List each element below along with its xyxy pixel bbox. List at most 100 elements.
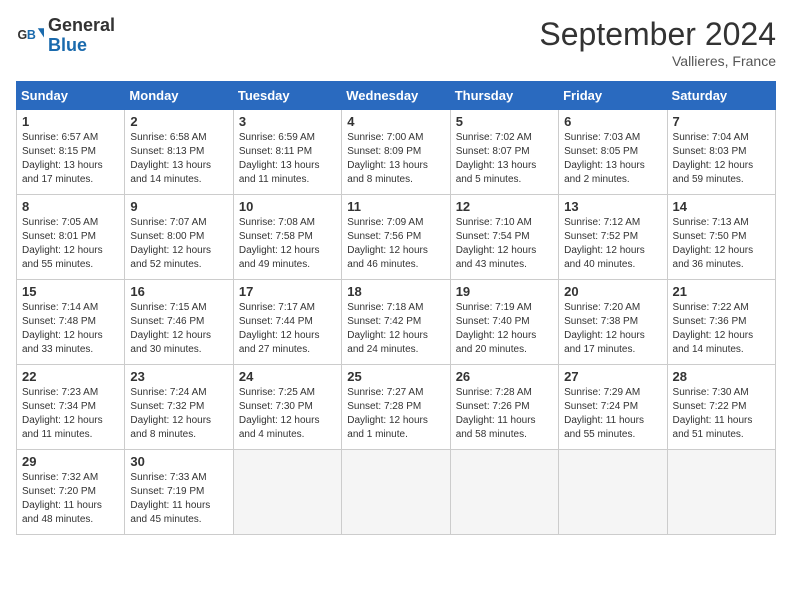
cell-info: Sunrise: 7:02 AM Sunset: 8:07 PM Dayligh…	[456, 131, 553, 187]
day-number: 25	[347, 369, 444, 384]
svg-text:B: B	[27, 28, 36, 42]
day-number: 9	[130, 199, 227, 214]
day-number: 5	[456, 114, 553, 129]
empty-cell	[667, 450, 775, 535]
cell-info: Sunrise: 7:17 AM Sunset: 7:44 PM Dayligh…	[239, 301, 336, 357]
day-cell-24: 24 Sunrise: 7:25 AM Sunset: 7:30 PM Dayl…	[233, 365, 341, 450]
day-number: 2	[130, 114, 227, 129]
empty-cell	[450, 450, 558, 535]
cell-info: Sunrise: 7:23 AM Sunset: 7:34 PM Dayligh…	[22, 386, 119, 442]
cell-info: Sunrise: 7:04 AM Sunset: 8:03 PM Dayligh…	[673, 131, 770, 187]
day-number: 6	[564, 114, 661, 129]
day-number: 11	[347, 199, 444, 214]
col-monday: Monday	[125, 82, 233, 110]
day-number: 4	[347, 114, 444, 129]
col-saturday: Saturday	[667, 82, 775, 110]
day-cell-9: 9 Sunrise: 7:07 AM Sunset: 8:00 PM Dayli…	[125, 195, 233, 280]
day-number: 18	[347, 284, 444, 299]
day-number: 1	[22, 114, 119, 129]
cell-info: Sunrise: 7:27 AM Sunset: 7:28 PM Dayligh…	[347, 386, 444, 442]
cell-info: Sunrise: 6:59 AM Sunset: 8:11 PM Dayligh…	[239, 131, 336, 187]
day-number: 15	[22, 284, 119, 299]
day-cell-14: 14 Sunrise: 7:13 AM Sunset: 7:50 PM Dayl…	[667, 195, 775, 280]
day-number: 27	[564, 369, 661, 384]
cell-info: Sunrise: 7:24 AM Sunset: 7:32 PM Dayligh…	[130, 386, 227, 442]
day-cell-2: 2 Sunrise: 6:58 AM Sunset: 8:13 PM Dayli…	[125, 110, 233, 195]
day-cell-11: 11 Sunrise: 7:09 AM Sunset: 7:56 PM Dayl…	[342, 195, 450, 280]
day-cell-13: 13 Sunrise: 7:12 AM Sunset: 7:52 PM Dayl…	[559, 195, 667, 280]
cell-info: Sunrise: 7:07 AM Sunset: 8:00 PM Dayligh…	[130, 216, 227, 272]
cell-info: Sunrise: 7:12 AM Sunset: 7:52 PM Dayligh…	[564, 216, 661, 272]
day-cell-17: 17 Sunrise: 7:17 AM Sunset: 7:44 PM Dayl…	[233, 280, 341, 365]
day-number: 14	[673, 199, 770, 214]
day-number: 26	[456, 369, 553, 384]
logo-text: GeneralBlue	[48, 16, 115, 56]
day-number: 19	[456, 284, 553, 299]
day-cell-25: 25 Sunrise: 7:27 AM Sunset: 7:28 PM Dayl…	[342, 365, 450, 450]
day-number: 16	[130, 284, 227, 299]
cell-info: Sunrise: 7:28 AM Sunset: 7:26 PM Dayligh…	[456, 386, 553, 442]
day-number: 8	[22, 199, 119, 214]
day-cell-18: 18 Sunrise: 7:18 AM Sunset: 7:42 PM Dayl…	[342, 280, 450, 365]
day-number: 21	[673, 284, 770, 299]
day-cell-12: 12 Sunrise: 7:10 AM Sunset: 7:54 PM Dayl…	[450, 195, 558, 280]
col-tuesday: Tuesday	[233, 82, 341, 110]
day-cell-23: 23 Sunrise: 7:24 AM Sunset: 7:32 PM Dayl…	[125, 365, 233, 450]
day-number: 10	[239, 199, 336, 214]
cell-info: Sunrise: 6:57 AM Sunset: 8:15 PM Dayligh…	[22, 131, 119, 187]
day-number: 17	[239, 284, 336, 299]
cell-info: Sunrise: 7:18 AM Sunset: 7:42 PM Dayligh…	[347, 301, 444, 357]
cell-info: Sunrise: 7:13 AM Sunset: 7:50 PM Dayligh…	[673, 216, 770, 272]
cell-info: Sunrise: 7:22 AM Sunset: 7:36 PM Dayligh…	[673, 301, 770, 357]
day-number: 24	[239, 369, 336, 384]
col-thursday: Thursday	[450, 82, 558, 110]
day-cell-15: 15 Sunrise: 7:14 AM Sunset: 7:48 PM Dayl…	[17, 280, 125, 365]
day-cell-19: 19 Sunrise: 7:19 AM Sunset: 7:40 PM Dayl…	[450, 280, 558, 365]
day-cell-22: 22 Sunrise: 7:23 AM Sunset: 7:34 PM Dayl…	[17, 365, 125, 450]
cell-info: Sunrise: 7:00 AM Sunset: 8:09 PM Dayligh…	[347, 131, 444, 187]
day-cell-3: 3 Sunrise: 6:59 AM Sunset: 8:11 PM Dayli…	[233, 110, 341, 195]
day-number: 20	[564, 284, 661, 299]
day-cell-4: 4 Sunrise: 7:00 AM Sunset: 8:09 PM Dayli…	[342, 110, 450, 195]
day-number: 29	[22, 454, 119, 469]
day-cell-20: 20 Sunrise: 7:20 AM Sunset: 7:38 PM Dayl…	[559, 280, 667, 365]
empty-cell	[233, 450, 341, 535]
calendar-table: Sunday Monday Tuesday Wednesday Thursday…	[16, 81, 776, 535]
day-number: 23	[130, 369, 227, 384]
cell-info: Sunrise: 7:15 AM Sunset: 7:46 PM Dayligh…	[130, 301, 227, 357]
svg-text:G: G	[18, 28, 28, 42]
title-area: September 2024 Vallieres, France	[539, 16, 776, 69]
cell-info: Sunrise: 7:03 AM Sunset: 8:05 PM Dayligh…	[564, 131, 661, 187]
day-number: 22	[22, 369, 119, 384]
day-number: 3	[239, 114, 336, 129]
day-cell-27: 27 Sunrise: 7:29 AM Sunset: 7:24 PM Dayl…	[559, 365, 667, 450]
logo-icon: G B	[16, 22, 44, 50]
cell-info: Sunrise: 7:14 AM Sunset: 7:48 PM Dayligh…	[22, 301, 119, 357]
cell-info: Sunrise: 7:20 AM Sunset: 7:38 PM Dayligh…	[564, 301, 661, 357]
day-cell-7: 7 Sunrise: 7:04 AM Sunset: 8:03 PM Dayli…	[667, 110, 775, 195]
cell-info: Sunrise: 7:05 AM Sunset: 8:01 PM Dayligh…	[22, 216, 119, 272]
day-cell-28: 28 Sunrise: 7:30 AM Sunset: 7:22 PM Dayl…	[667, 365, 775, 450]
cell-info: Sunrise: 7:10 AM Sunset: 7:54 PM Dayligh…	[456, 216, 553, 272]
day-cell-26: 26 Sunrise: 7:28 AM Sunset: 7:26 PM Dayl…	[450, 365, 558, 450]
day-number: 13	[564, 199, 661, 214]
day-cell-8: 8 Sunrise: 7:05 AM Sunset: 8:01 PM Dayli…	[17, 195, 125, 280]
cell-info: Sunrise: 7:08 AM Sunset: 7:58 PM Dayligh…	[239, 216, 336, 272]
day-number: 7	[673, 114, 770, 129]
cell-info: Sunrise: 7:32 AM Sunset: 7:20 PM Dayligh…	[22, 471, 119, 527]
cell-info: Sunrise: 7:09 AM Sunset: 7:56 PM Dayligh…	[347, 216, 444, 272]
day-number: 12	[456, 199, 553, 214]
empty-cell	[342, 450, 450, 535]
col-friday: Friday	[559, 82, 667, 110]
cell-info: Sunrise: 7:30 AM Sunset: 7:22 PM Dayligh…	[673, 386, 770, 442]
cell-info: Sunrise: 7:25 AM Sunset: 7:30 PM Dayligh…	[239, 386, 336, 442]
cell-info: Sunrise: 7:29 AM Sunset: 7:24 PM Dayligh…	[564, 386, 661, 442]
location: Vallieres, France	[539, 53, 776, 69]
page-header: G B GeneralBlue September 2024 Vallieres…	[16, 16, 776, 69]
empty-cell	[559, 450, 667, 535]
cell-info: Sunrise: 6:58 AM Sunset: 8:13 PM Dayligh…	[130, 131, 227, 187]
logo: G B GeneralBlue	[16, 16, 115, 56]
day-number: 28	[673, 369, 770, 384]
day-cell-29: 29 Sunrise: 7:32 AM Sunset: 7:20 PM Dayl…	[17, 450, 125, 535]
col-wednesday: Wednesday	[342, 82, 450, 110]
